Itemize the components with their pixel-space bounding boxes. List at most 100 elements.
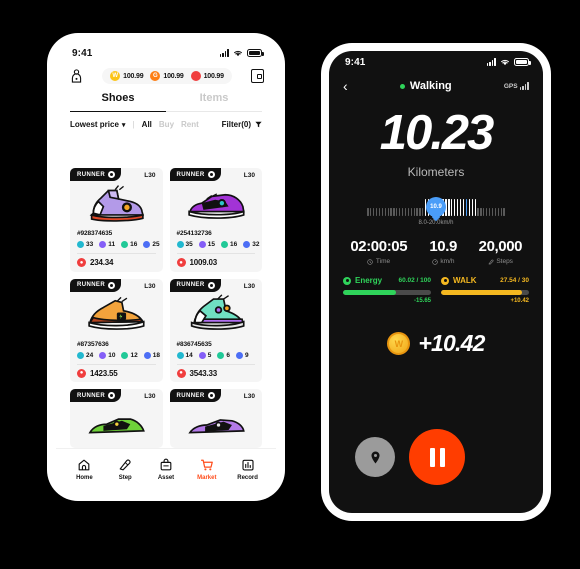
tab-shoes[interactable]: Shoes [70,92,166,111]
filter-bar: Lowest price ▾ | All Buy Rent Filter(0) [56,112,276,136]
session-stats: 02:00:05 Time 10.9 km/h 20,000 Steps [329,238,543,265]
price-coin-icon: ● [77,258,86,267]
coin-balance-g: G 100.99 [150,71,184,81]
shoe-id: #254132736 [176,230,212,237]
shoe-card[interactable]: RUNNER L30 [70,168,163,272]
stat-3-value: 16 [130,241,138,248]
stat-3: 12 [121,351,138,359]
stat-4: 18 [143,351,160,359]
sneaker-green-icon [70,402,163,448]
right-phone-frame: 9:41 ‹ Walking GPS 10.23 Kilometers 10.9… [322,44,550,520]
tab-underline [70,110,262,113]
nav-item-record[interactable]: Record [227,458,268,481]
meter-energy-value: 60.02 / 100 [398,277,431,284]
pause-icon-bar-right [439,447,445,467]
stat-1-icon [77,351,84,359]
stat-1-value: 33 [86,241,94,248]
status-indicators [486,58,531,66]
nav-item-asset[interactable]: Asset [146,458,187,481]
filter-option-rent[interactable]: Rent [181,120,199,129]
battery-icon [514,58,531,66]
shoe-stats: 33 11 16 25 [77,241,160,248]
card-divider [77,363,156,365]
shoe-card-grid: RUNNER L30 #928374635 33 11 16 25 ● 234.… [56,168,276,448]
tab-items[interactable]: Items [166,92,262,111]
stat-4-value: 32 [252,241,260,248]
back-chevron-icon[interactable]: ‹ [343,79,348,93]
stat-2: 5 [198,351,212,359]
shoe-price: ● 1423.55 [77,368,156,378]
sort-dropdown[interactable]: Lowest price ▾ [70,120,125,129]
nav-label-record: Record [237,475,258,481]
meters-row: Energy 60.02 / 100 -15.65 WALK 27.54 / 3… [329,276,543,304]
coin-g-value: 100.99 [163,72,184,80]
shoe-card[interactable]: RUNNER L30 [70,278,163,382]
runner-badge-label: RUNNER [176,171,205,178]
speed-slider[interactable]: 10.9 8.0-20.0km/h [329,197,543,226]
live-indicator-dot [399,83,405,89]
runner-badge: RUNNER [169,389,221,402]
meter-walk-name-row: WALK [441,276,477,285]
coin-balance-w: W 100.99 [110,71,144,81]
market-tabs: Shoes Items [56,92,276,111]
card-header: RUNNER L30 [169,168,263,181]
stat-4: 9 [235,351,249,359]
screenshot-stage: 9:41 W 100.99 G 100.99 100.99 Shoes Item… [0,0,580,569]
stat-2: 11 [99,241,115,248]
speed-pin: 10.9 [426,197,446,217]
runner-badge-icon [207,281,215,289]
nav-label-step: Step [118,475,132,481]
location-button[interactable] [355,437,395,477]
filter-option-all[interactable]: All [142,120,152,129]
stat-4: 25 [143,241,160,248]
stat-speed: 10.9 km/h [415,238,472,265]
reward-coin-icon: W [387,332,411,355]
nav-item-home[interactable]: Home [64,458,105,481]
filter-button[interactable]: Filter(0) [222,120,262,129]
stat-1: 24 [77,351,93,359]
shoe-card[interactable]: RUNNER L30 [169,168,263,272]
coin-balance-red: 100.99 [190,71,224,81]
left-phone-frame: 9:41 W 100.99 G 100.99 100.99 Shoes Item… [48,34,284,500]
price-value: 3543.33 [189,368,218,378]
runner-badge-label: RUNNER [77,392,106,399]
shoe-card[interactable]: RUNNER L30 [70,389,163,448]
meter-walk-delta: +10.42 [510,298,529,304]
battery-icon [247,49,264,57]
coin-w-icon: W [110,71,121,81]
filter-option-buy[interactable]: Buy [159,120,174,129]
price-coin-icon: ● [77,368,86,378]
status-indicators [219,49,264,57]
shoe-icon [488,259,494,264]
nav-label-market: Market [197,475,217,481]
level-badge: L30 [144,393,156,400]
shoe-stats: 24 10 12 18 [77,351,160,359]
runner-badge-icon [207,171,215,178]
nav-item-step[interactable]: Step [105,458,146,481]
marketplace-screen: 9:41 W 100.99 G 100.99 100.99 Shoes Item… [56,42,276,492]
status-bar: 9:41 [329,51,543,73]
shoe-card[interactable]: RUNNER L30 [169,389,262,448]
pause-button[interactable] [409,429,465,485]
runner-badge-label: RUNNER [176,392,205,399]
wallet-icon[interactable] [251,69,264,83]
shoe-price: ● 234.34 [77,258,156,267]
stat-3-icon [121,351,129,359]
stat-4-icon [143,241,151,248]
walking-tracker-screen: 9:41 ‹ Walking GPS 10.23 Kilometers 10.9… [329,51,543,513]
shoe-id: #836745635 [176,340,212,348]
profile-icon[interactable] [70,69,83,83]
speed-icon [432,258,438,265]
wifi-icon [234,50,242,57]
sneaker-high-purple-icon [70,181,163,227]
meter-walk-header: WALK 27.54 / 30 [441,276,529,285]
shoe-card[interactable]: RUNNER L30 [169,278,262,382]
level-badge: L30 [243,172,255,179]
nav-item-market[interactable]: Market [186,458,227,481]
stat-time-label-row: Time [343,258,415,265]
level-badge: L30 [144,282,156,290]
wallet-balances[interactable]: W 100.99 G 100.99 100.99 [102,68,232,84]
stat-2-value: 5 [207,351,212,359]
location-pin-icon [370,451,380,463]
signal-icon [486,58,496,66]
